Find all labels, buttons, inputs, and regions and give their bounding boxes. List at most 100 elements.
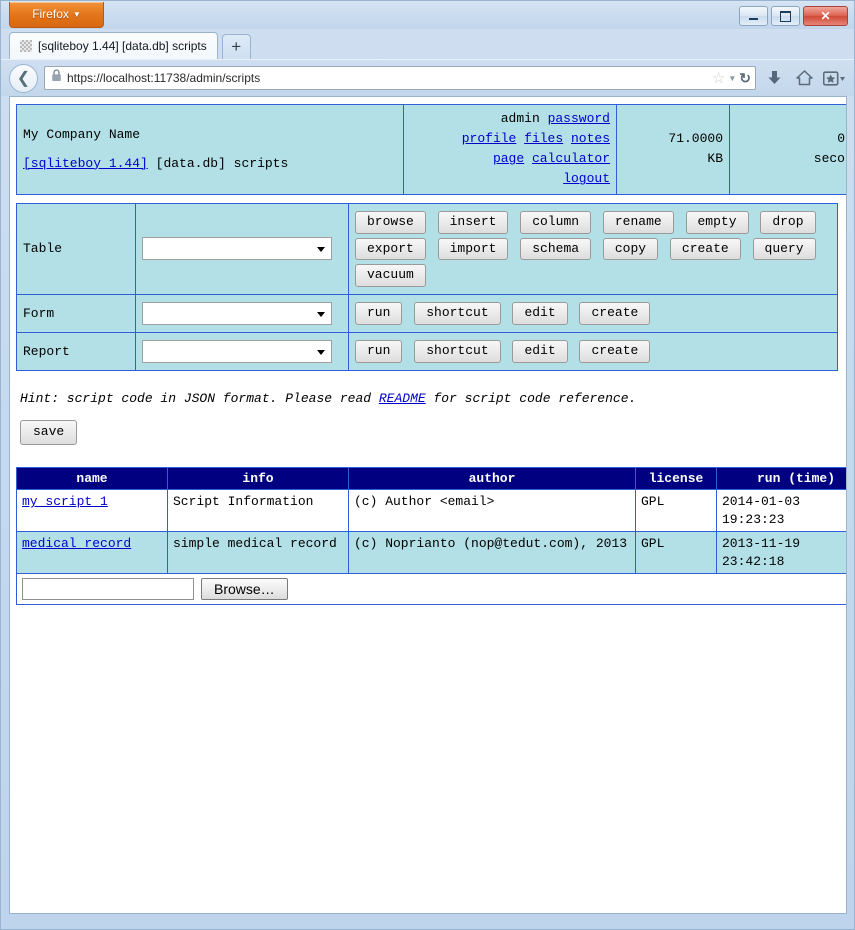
bookmarks-menu-button[interactable] [822, 65, 846, 91]
minimize-icon [740, 7, 767, 25]
link-calculator[interactable]: calculator [532, 151, 610, 166]
address-bar[interactable]: https://localhost:11738/admin/scripts ☆ … [44, 66, 756, 90]
maximize-icon [772, 7, 799, 25]
app-header-table: My Company Name [sqliteboy 1.44] [data.d… [16, 104, 846, 195]
bookmarks-library-icon [823, 70, 845, 86]
report-edit-button[interactable]: edit [512, 340, 568, 364]
report-shortcut-button[interactable]: shortcut [414, 340, 501, 364]
table-rename-button[interactable]: rename [602, 210, 674, 234]
upload-cell: Browse… [16, 573, 846, 606]
chevron-down-icon[interactable]: ▼ [728, 74, 736, 83]
tab-sqliteboy-scripts[interactable]: [sqliteboy 1.44] [data.db] scripts [9, 32, 218, 59]
controls-buttons-report: run shortcut edit create [348, 332, 838, 372]
db-name: [data.db] [155, 155, 226, 171]
report-create-button[interactable]: create [579, 340, 651, 364]
bookmark-star-icon[interactable]: ☆ [712, 71, 725, 86]
scripts-table: name info author license run (time) my s… [16, 467, 846, 606]
table-query-button[interactable]: query [752, 237, 816, 261]
upload-row: Browse… [16, 573, 846, 606]
link-password[interactable]: password [548, 111, 610, 126]
db-size-value: 71.0000 [668, 131, 723, 147]
app-identity-cell: My Company Name [sqliteboy 1.44] [data.d… [16, 104, 404, 195]
controls-buttons-table: browse insert column rename empty drop e… [348, 202, 838, 296]
exec-time-cell: 0.0000 second(s) [729, 104, 846, 195]
section-name: scripts [233, 155, 289, 171]
table-column-button[interactable]: column [520, 210, 592, 234]
username: admin [500, 111, 540, 126]
back-button[interactable]: ❮ [9, 63, 38, 93]
form-buttons-row: run shortcut edit create [355, 300, 831, 327]
readme-link[interactable]: README [379, 391, 426, 406]
script-link-medical-record[interactable]: medical_record [22, 536, 131, 551]
minimize-button[interactable] [739, 6, 768, 26]
link-profile[interactable]: profile [462, 131, 517, 146]
table-row: medical_record simple medical record (c)… [16, 531, 846, 575]
table-schema-button[interactable]: schema [520, 237, 592, 261]
table-empty-button[interactable]: empty [685, 210, 749, 234]
link-page[interactable]: page [493, 151, 524, 166]
browser-window: Firefox ▼ ✕ [sqliteboy 1.44] [data.db] sc… [0, 0, 855, 930]
controls-label-report: Report [16, 332, 136, 372]
address-bar-actions: ☆ ▼ ↻ [712, 70, 751, 87]
form-edit-button[interactable]: edit [512, 302, 568, 326]
form-create-button[interactable]: create [579, 302, 651, 326]
form-select[interactable] [142, 302, 332, 326]
exec-time-value: 0.0000 [837, 131, 846, 147]
back-arrow-icon: ❮ [16, 70, 31, 87]
report-buttons-row: run shortcut edit create [355, 338, 831, 365]
script-link-my-script-1[interactable]: my script 1 [22, 494, 108, 509]
hint-after: for script code reference. [425, 391, 637, 407]
table-create-button[interactable]: create [669, 237, 741, 261]
form-run-button[interactable]: run [355, 302, 403, 326]
close-button[interactable]: ✕ [803, 6, 848, 26]
link-files[interactable]: files [524, 131, 563, 146]
table-browse-button[interactable]: browse [355, 210, 426, 234]
downloads-button[interactable] [762, 65, 786, 91]
exec-time-unit: second(s) [813, 151, 846, 167]
cell-license: GPL [635, 531, 717, 575]
table-import-button[interactable]: import [437, 237, 509, 261]
close-icon: ✕ [820, 9, 831, 23]
table-copy-button[interactable]: copy [602, 237, 659, 261]
sqliteboy-version-link[interactable]: [sqliteboy 1.44] [23, 156, 148, 171]
db-size-unit: KB [707, 151, 723, 167]
firefox-menu-button[interactable]: Firefox ▼ [9, 2, 104, 28]
link-logout[interactable]: logout [563, 171, 610, 186]
browse-file-button[interactable]: Browse… [201, 578, 288, 601]
table-insert-button[interactable]: insert [437, 210, 509, 234]
cell-info: Script Information [167, 489, 349, 533]
table-select[interactable] [142, 237, 332, 261]
maximize-button[interactable] [771, 6, 800, 26]
lock-icon [51, 69, 62, 87]
report-select[interactable] [142, 340, 332, 364]
tab-label: [sqliteboy 1.44] [data.db] scripts [38, 39, 207, 53]
column-header-author: author [348, 467, 636, 491]
cell-name: medical_record [16, 531, 168, 575]
save-button[interactable]: save [20, 420, 78, 446]
plus-icon: + [231, 37, 242, 56]
file-path-input[interactable] [22, 578, 194, 601]
table-drop-button[interactable]: drop [760, 210, 816, 234]
column-header-run-time: run (time) [716, 467, 846, 491]
column-header-info: info [167, 467, 349, 491]
link-notes[interactable]: notes [571, 131, 610, 146]
scripts-table-header-row: name info author license run (time) [16, 467, 846, 491]
form-shortcut-button[interactable]: shortcut [414, 302, 501, 326]
controls-label-table: Table [16, 202, 136, 296]
new-tab-button[interactable]: + [221, 34, 251, 59]
table-buttons-row-1: browse insert column rename empty drop [355, 209, 831, 236]
table-vacuum-button[interactable]: vacuum [355, 264, 426, 288]
reload-icon[interactable]: ↻ [739, 70, 751, 87]
hint-text: Hint: script code in JSON format. Please… [20, 391, 836, 406]
hint-before: Hint: script code in JSON format. Please… [20, 391, 379, 407]
table-select-wrapper [142, 237, 332, 261]
download-arrow-icon [768, 71, 780, 84]
page-viewport: My Company Name [sqliteboy 1.44] [data.d… [9, 96, 847, 914]
report-run-button[interactable]: run [355, 340, 403, 364]
object-controls-table: Table browse insert column rename empty … [16, 202, 838, 372]
home-button[interactable] [792, 65, 816, 91]
table-export-button[interactable]: export [355, 237, 426, 261]
tab-strip: [sqliteboy 1.44] [data.db] scripts + [1, 29, 854, 59]
controls-label-form: Form [16, 294, 136, 334]
controls-select-cell-form [135, 294, 349, 334]
